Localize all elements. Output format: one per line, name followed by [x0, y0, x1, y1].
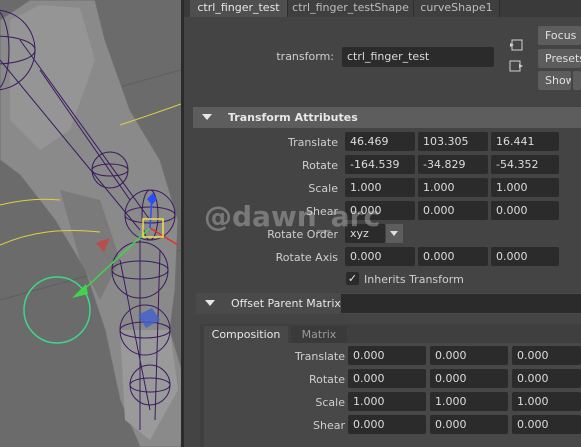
- scale-x-field[interactable]: 1.000: [345, 178, 415, 197]
- rotate-label: Rotate: [301, 159, 338, 172]
- opm-rotate-x-field[interactable]: 0.000: [348, 369, 426, 388]
- show-button[interactable]: Show: [538, 71, 571, 90]
- rotate-y-field[interactable]: -34.829: [418, 155, 488, 174]
- opm-rotate-y-field[interactable]: 0.000: [430, 369, 508, 388]
- shear-y-field[interactable]: 0.000: [418, 201, 488, 220]
- opm-translate-y-field[interactable]: 0.000: [430, 346, 508, 365]
- hide-button[interactable]: Hide: [573, 71, 581, 90]
- rotate-z-field[interactable]: -54.352: [491, 155, 559, 174]
- opm-scale-y-field[interactable]: 1.000: [430, 392, 508, 411]
- presets-button[interactable]: Presets: [538, 49, 581, 68]
- rotate-axis-x[interactable]: 0.000: [345, 247, 415, 266]
- opm-shear-x-field[interactable]: 0.000: [348, 415, 426, 434]
- rotate-order-label: Rotate Order: [267, 228, 338, 241]
- shear-x-field[interactable]: 0.000: [345, 201, 415, 220]
- tab-ctrl-finger-test-shape[interactable]: ctrl_finger_testShape: [288, 0, 414, 17]
- subtab-composition[interactable]: Composition: [204, 326, 288, 343]
- opm-translate-label: Translate: [295, 350, 345, 363]
- scale-label: Scale: [308, 182, 338, 195]
- 3d-viewport[interactable]: [0, 0, 181, 447]
- opm-rotate-label: Rotate: [308, 373, 345, 386]
- tab-ctrl-finger-test[interactable]: ctrl_finger_test: [190, 0, 288, 17]
- transform-label: transform:: [276, 50, 334, 63]
- controller-circle: [23, 276, 91, 344]
- focus-button[interactable]: Focus: [538, 26, 581, 45]
- translate-x-field[interactable]: 46.469: [345, 132, 415, 151]
- opm-scale-x-field[interactable]: 1.000: [348, 392, 426, 411]
- chevron-down-icon[interactable]: [386, 224, 403, 243]
- opm-shear-y-field[interactable]: 0.000: [430, 415, 508, 434]
- shear-z-field[interactable]: 0.000: [491, 201, 559, 220]
- opm-rotate-z-field[interactable]: 0.000: [512, 369, 581, 388]
- opm-translate-x-field[interactable]: 0.000: [348, 346, 426, 365]
- rotate-x-field[interactable]: -164.539: [345, 155, 415, 174]
- transform-attributes-title: Transform Attributes: [228, 111, 358, 124]
- rotate-axis-label: Rotate Axis: [275, 251, 338, 264]
- panel-divider[interactable]: [181, 0, 184, 447]
- offset-parent-matrix-title: Offset Parent Matrix: [231, 297, 341, 310]
- rotate-axis-y[interactable]: 0.000: [418, 247, 488, 266]
- opm-scale-z-field[interactable]: 1.000: [512, 392, 581, 411]
- translate-z-field[interactable]: 16.441: [491, 132, 559, 151]
- collapse-triangle-icon: [205, 300, 215, 306]
- opm-shear-z-field[interactable]: 0.000: [512, 415, 581, 434]
- opm-scale-label: Scale: [315, 396, 345, 409]
- translate-label: Translate: [288, 136, 338, 149]
- transform-attributes-header[interactable]: Transform Attributes: [193, 107, 581, 128]
- viewport-scene: [0, 0, 181, 447]
- transform-name-field[interactable]: ctrl_finger_test: [342, 47, 494, 67]
- subtab-matrix[interactable]: Matrix: [291, 326, 347, 343]
- offset-parent-matrix-field[interactable]: [341, 294, 581, 313]
- tab-curve-shape1[interactable]: curveShape1: [414, 0, 500, 17]
- opm-translate-z-field[interactable]: 0.000: [512, 346, 581, 365]
- rotate-axis-z[interactable]: 0.000: [491, 247, 559, 266]
- select-output-icon[interactable]: [508, 58, 524, 74]
- scale-z-field[interactable]: 1.000: [491, 178, 559, 197]
- opm-shear-label: Shear: [313, 419, 345, 432]
- collapse-triangle-icon: [202, 114, 212, 120]
- shear-label: Shear: [306, 205, 338, 218]
- translate-y-field[interactable]: 103.305: [418, 132, 488, 151]
- attribute-editor-tabs: ctrl_finger_test ctrl_finger_testShape c…: [184, 0, 581, 17]
- select-input-icon[interactable]: [508, 37, 524, 53]
- offset-parent-matrix-header[interactable]: Offset Parent Matrix: [196, 293, 581, 314]
- rotate-order-dropdown[interactable]: xyz: [345, 224, 385, 243]
- inherits-transform-checkbox[interactable]: ✓: [346, 272, 359, 285]
- scale-y-field[interactable]: 1.000: [418, 178, 488, 197]
- inherits-transform-label: Inherits Transform: [364, 273, 464, 286]
